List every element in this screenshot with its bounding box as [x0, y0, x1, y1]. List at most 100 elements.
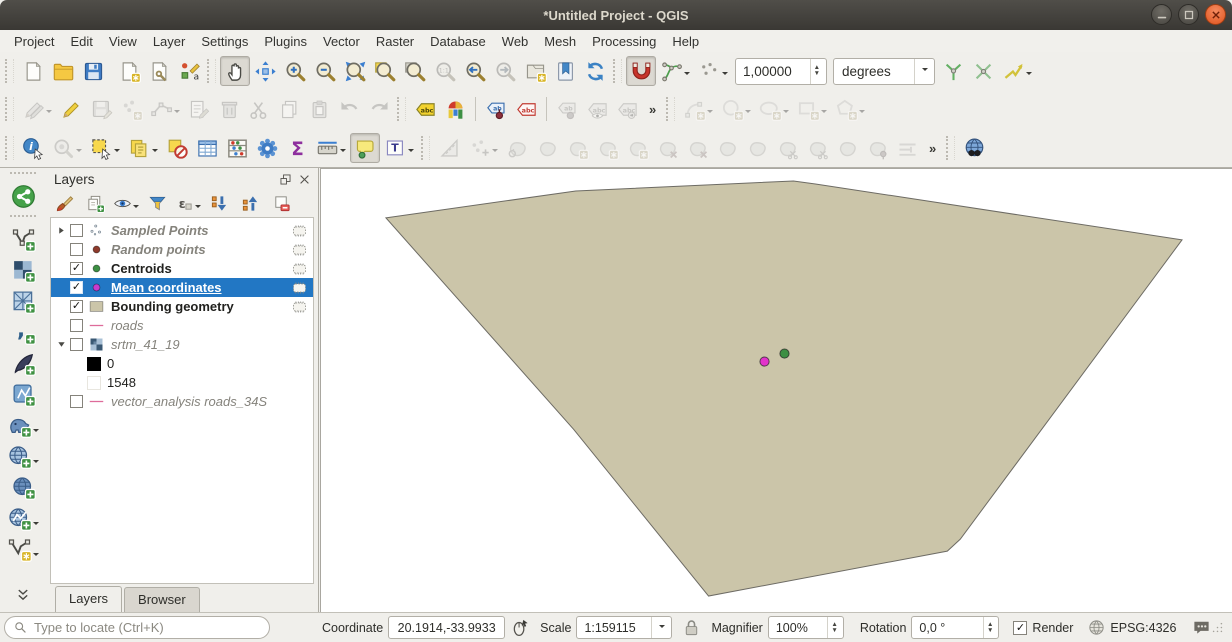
select-features-dropdown-arrow[interactable]: [114, 149, 120, 155]
add-vector-layer-button[interactable]: [2, 224, 44, 255]
render-checkbox[interactable]: ✓: [1013, 621, 1027, 635]
add-wms-layer-button[interactable]: [2, 441, 44, 472]
toolbar-overflow-button[interactable]: »: [922, 141, 943, 156]
add-mesh-layer-button[interactable]: [2, 286, 44, 317]
select-features-button[interactable]: [86, 133, 124, 163]
messages-icon[interactable]: [1192, 618, 1211, 637]
toolbar-extension-button[interactable]: [8, 586, 38, 604]
remove-layer-button[interactable]: [267, 191, 295, 215]
tab-layers[interactable]: Layers: [55, 586, 122, 612]
digitize-regular-polygon-dropdown-arrow[interactable]: [859, 110, 865, 116]
menu-view[interactable]: View: [101, 32, 145, 51]
layer-visibility-checkbox[interactable]: ✓: [70, 281, 83, 294]
map-tips-button[interactable]: [350, 133, 380, 163]
layer-row-random-points[interactable]: Random points: [51, 240, 313, 259]
snapping-options-dropdown-arrow[interactable]: [684, 72, 690, 78]
magnifier-spinbox[interactable]: 100% ▲▼: [768, 616, 844, 639]
menu-edit[interactable]: Edit: [62, 32, 100, 51]
pin-unpin-labels-button[interactable]: ab: [481, 94, 511, 124]
open-project-button[interactable]: [48, 56, 78, 86]
collapse-all-button[interactable]: [236, 191, 264, 215]
snapping-tolerance-spinbox[interactable]: 1,00000▲▼: [735, 58, 827, 85]
osm-place-search-button[interactable]: [959, 133, 989, 163]
toolbar-drag-handle[interactable]: [10, 215, 36, 222]
layer-visibility-checkbox[interactable]: [70, 338, 83, 351]
measure-line-button[interactable]: [312, 133, 350, 163]
memory-layer-indicator-icon[interactable]: [289, 223, 310, 239]
add-delimited-text-layer-button[interactable]: ,: [2, 317, 44, 348]
data-source-manager-button[interactable]: [2, 181, 44, 212]
show-layout-manager-button[interactable]: [144, 56, 174, 86]
topological-editing-button[interactable]: [938, 56, 968, 86]
zoom-last-button[interactable]: [460, 56, 490, 86]
vertex-tool-dropdown-arrow[interactable]: [174, 110, 180, 116]
new-map-view-button[interactable]: [520, 56, 550, 86]
layer-row-centroids[interactable]: ✓Centroids: [51, 259, 313, 278]
expander-closed-icon[interactable]: [54, 224, 68, 238]
manage-map-themes-button[interactable]: [112, 191, 140, 215]
layer-row-roads[interactable]: roads: [51, 316, 313, 335]
layer-visibility-checkbox[interactable]: [70, 319, 83, 332]
menu-database[interactable]: Database: [422, 32, 494, 51]
minimize-button[interactable]: [1151, 4, 1172, 25]
enable-tracing-button[interactable]: [694, 56, 732, 86]
identify-features-button[interactable]: i: [18, 133, 48, 163]
memory-layer-indicator-icon[interactable]: [289, 280, 310, 296]
new-print-layout-button[interactable]: [114, 56, 144, 86]
open-layer-styling-button[interactable]: [50, 191, 78, 215]
new-project-button[interactable]: [18, 56, 48, 86]
move-feature-dropdown-arrow[interactable]: [492, 149, 498, 155]
digitize-circular-string-dropdown-arrow[interactable]: [707, 110, 713, 116]
locator-search-input[interactable]: Type to locate (Ctrl+K): [4, 616, 270, 639]
options-button[interactable]: [252, 133, 282, 163]
title-bar[interactable]: *Untitled Project - QGIS: [0, 0, 1232, 30]
current-edits-dropdown-arrow[interactable]: [46, 110, 52, 116]
maximize-button[interactable]: [1178, 4, 1199, 25]
close-button[interactable]: [1205, 4, 1226, 25]
layer-diagram-options-button[interactable]: [440, 94, 470, 124]
layer-row-vector-analysis-roads-34s[interactable]: vector_analysis roads_34S: [51, 392, 313, 411]
layer-visibility-checkbox[interactable]: ✓: [70, 262, 83, 275]
style-manager-button[interactable]: a: [174, 56, 204, 86]
rotation-spinbox[interactable]: 0,0 ° ▲▼: [911, 616, 999, 639]
enable-snapping-button[interactable]: [626, 56, 656, 86]
new-shapefile-layer-button[interactable]: [2, 379, 44, 410]
measure-line-dropdown-arrow[interactable]: [340, 149, 346, 155]
epsg-status[interactable]: EPSG:4326: [1110, 621, 1176, 635]
save-project-button[interactable]: [78, 56, 108, 86]
menu-processing[interactable]: Processing: [584, 32, 664, 51]
open-attribute-table-button[interactable]: [192, 133, 222, 163]
zoom-to-layer-button[interactable]: [400, 56, 430, 86]
menu-mesh[interactable]: Mesh: [536, 32, 584, 51]
pan-map-button[interactable]: [220, 56, 250, 86]
layer-visibility-checkbox[interactable]: [70, 224, 83, 237]
toolbar-drag-handle[interactable]: [421, 136, 430, 160]
snapping-options-button[interactable]: [656, 56, 694, 86]
map-canvas[interactable]: [320, 168, 1232, 612]
add-virtual-layer-dropdown-arrow[interactable]: [33, 553, 39, 559]
toolbar-drag-handle[interactable]: [5, 59, 14, 83]
float-panel-button[interactable]: [277, 171, 294, 188]
menu-vector[interactable]: Vector: [315, 32, 368, 51]
text-annotation-button[interactable]: T: [380, 133, 418, 163]
add-virtual-layer-button[interactable]: [2, 534, 44, 565]
layer-labeling-options-button[interactable]: abc: [410, 94, 440, 124]
memory-layer-indicator-icon[interactable]: [289, 261, 310, 277]
select-by-value-dropdown-arrow[interactable]: [152, 149, 158, 155]
close-panel-button[interactable]: [296, 171, 313, 188]
menu-help[interactable]: Help: [664, 32, 707, 51]
pan-to-selection-button[interactable]: [250, 56, 280, 86]
menu-web[interactable]: Web: [494, 32, 537, 51]
add-wms-layer-dropdown-arrow[interactable]: [33, 460, 39, 466]
zoom-to-selection-button[interactable]: [370, 56, 400, 86]
layer-visibility-checkbox[interactable]: [70, 243, 83, 256]
layer-row-sampled-points[interactable]: Sampled Points: [51, 221, 313, 240]
layer-visibility-checkbox[interactable]: [70, 395, 83, 408]
memory-layer-indicator-icon[interactable]: [289, 242, 310, 258]
statistical-summary-button[interactable]: Σ: [282, 133, 312, 163]
coordinate-field[interactable]: 20.1914,-33.9933: [388, 616, 505, 639]
layer-visibility-checkbox[interactable]: ✓: [70, 300, 83, 313]
expander-open-icon[interactable]: [54, 338, 68, 352]
layer-row-mean-coordinates[interactable]: ✓Mean coordinates: [51, 278, 313, 297]
toolbar-drag-handle[interactable]: [946, 136, 955, 160]
